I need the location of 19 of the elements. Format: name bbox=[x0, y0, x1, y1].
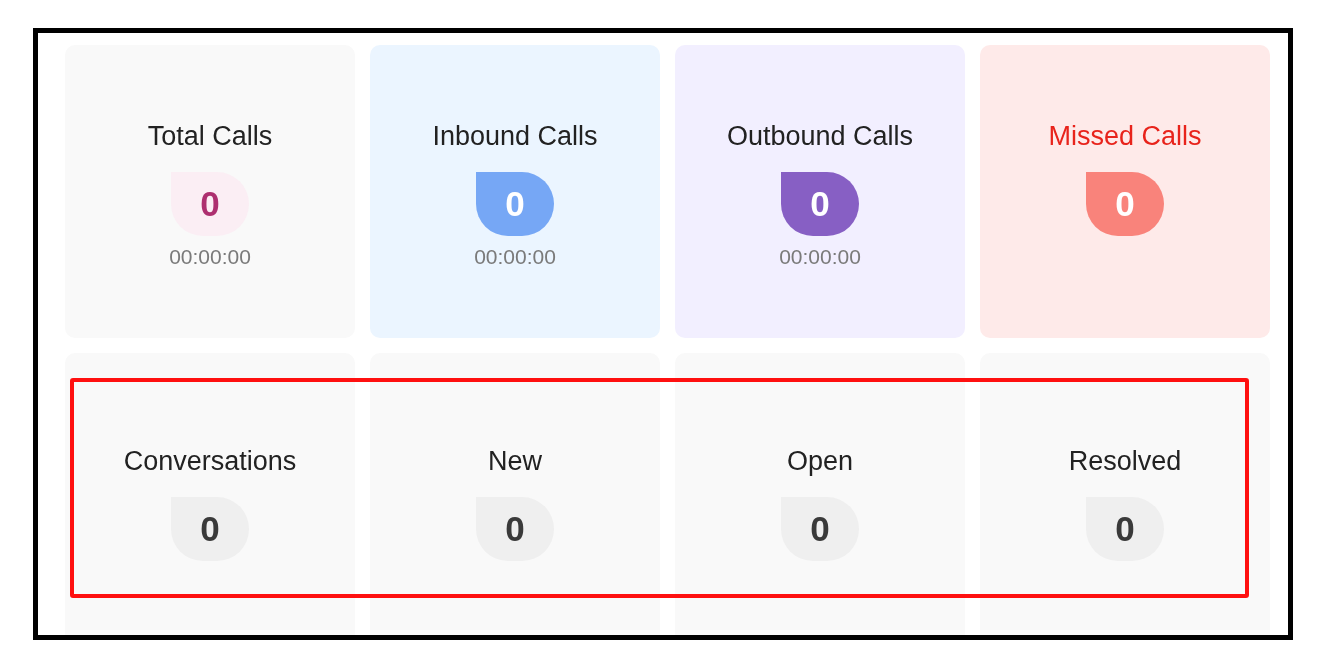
count-badge: 0 bbox=[781, 171, 859, 236]
card-title: Conversations bbox=[123, 444, 297, 477]
duration-text: 00:00:00 bbox=[779, 243, 861, 270]
card-title: Missed Calls bbox=[1048, 119, 1202, 152]
card-title: Open bbox=[786, 444, 854, 477]
count-badge: 0 bbox=[781, 496, 859, 561]
card-title: Total Calls bbox=[147, 119, 273, 152]
count-badge: 0 bbox=[1086, 171, 1164, 236]
count-badge: 0 bbox=[171, 496, 249, 561]
card-title: New bbox=[488, 444, 542, 477]
duration-text: 00:00:00 bbox=[474, 243, 556, 270]
card-title: Outbound Calls bbox=[726, 119, 914, 152]
count-badge: 0 bbox=[171, 171, 249, 236]
count-badge: 0 bbox=[476, 496, 554, 561]
duration-text: 00:00:00 bbox=[169, 243, 251, 270]
count-badge: 0 bbox=[1086, 496, 1164, 561]
card-title: Resolved bbox=[1068, 444, 1182, 477]
count-badge: 0 bbox=[476, 171, 554, 236]
card-title: Inbound Calls bbox=[432, 119, 598, 152]
